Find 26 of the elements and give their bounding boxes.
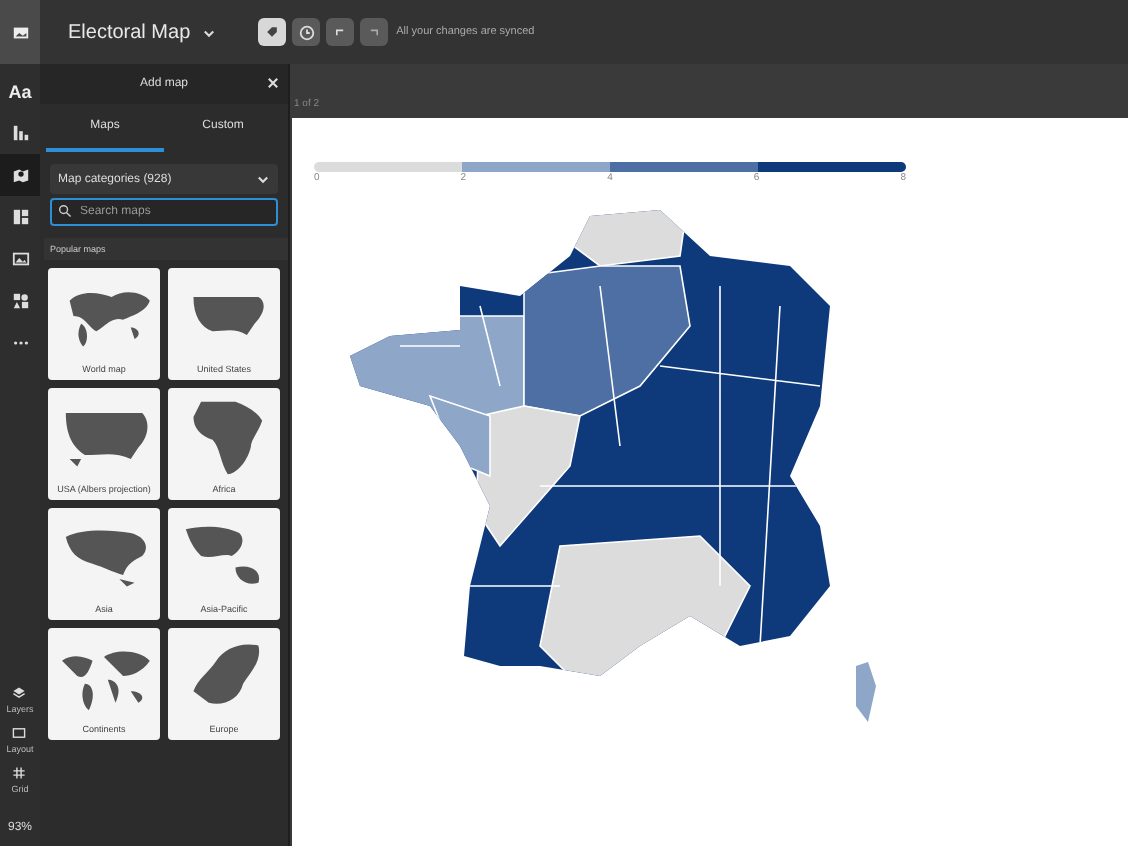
search-icon <box>58 204 72 218</box>
text-tool[interactable]: Aa <box>8 72 32 112</box>
tag-icon <box>264 24 281 40</box>
tool-button[interactable] <box>0 154 40 196</box>
app-logo[interactable] <box>0 0 40 64</box>
undo-icon <box>332 24 349 40</box>
image-icon <box>11 250 29 268</box>
bar-chart-icon <box>11 124 29 142</box>
close-button[interactable] <box>266 76 280 90</box>
undo-button[interactable] <box>326 18 355 46</box>
layout-icon <box>11 208 29 226</box>
chevron-down-icon <box>202 25 217 39</box>
layers-icon <box>12 686 27 700</box>
redo-button[interactable] <box>360 18 389 46</box>
shapes-icon <box>11 292 29 310</box>
redo-icon <box>366 24 383 40</box>
project-title[interactable]: Electoral Map <box>68 21 217 43</box>
map-pin-icon <box>11 166 29 184</box>
history-button[interactable] <box>292 18 321 46</box>
layout-icon <box>12 726 27 740</box>
tag-button[interactable] <box>258 18 287 46</box>
clock-icon <box>297 23 316 41</box>
close-icon <box>266 76 280 90</box>
chevron-down-icon <box>256 172 270 186</box>
image-icon <box>11 23 29 41</box>
grid-icon <box>12 766 27 780</box>
